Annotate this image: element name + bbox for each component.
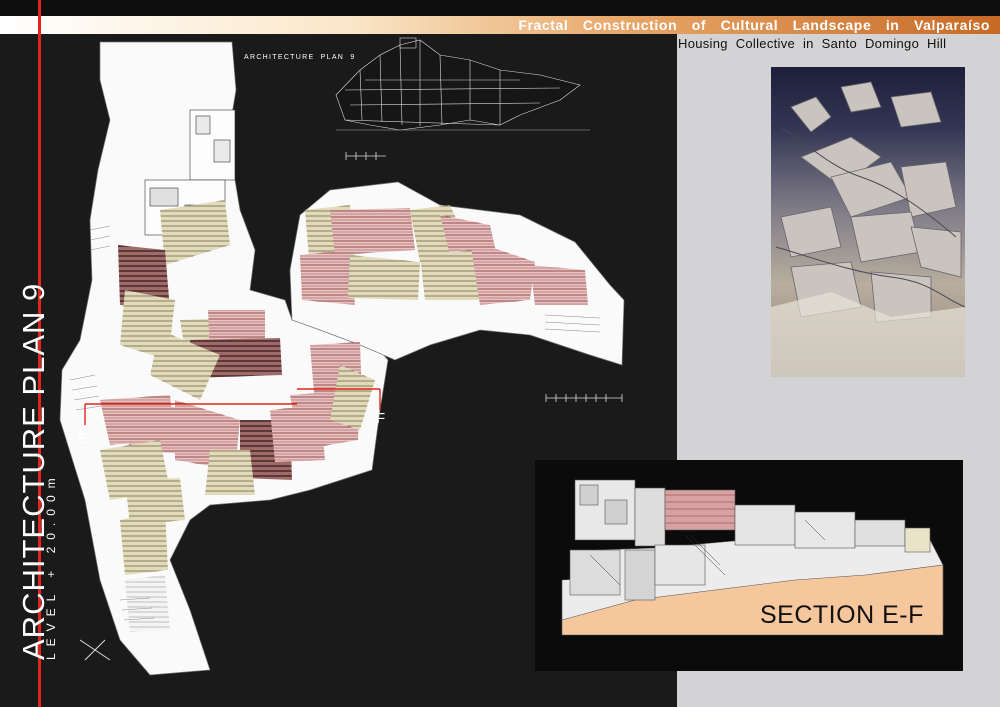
poster-subtitle: Housing Collective in Santo Domingo Hill (678, 36, 947, 51)
elevation-label: ARCHITECTURE PLAN 9 (244, 54, 356, 61)
north-arrow (79, 639, 111, 661)
section-drawing (561, 479, 944, 636)
level-label: LEVEL + 20.00m (44, 471, 58, 660)
cut-label-start: E (78, 430, 89, 447)
section-title: SECTION E-F (760, 601, 924, 629)
section-drawing-frame (535, 460, 963, 671)
model-photo-image (771, 81, 965, 377)
model-photo (771, 67, 965, 377)
cut-label-end: F (376, 410, 386, 427)
elevation-drawing (335, 37, 590, 131)
